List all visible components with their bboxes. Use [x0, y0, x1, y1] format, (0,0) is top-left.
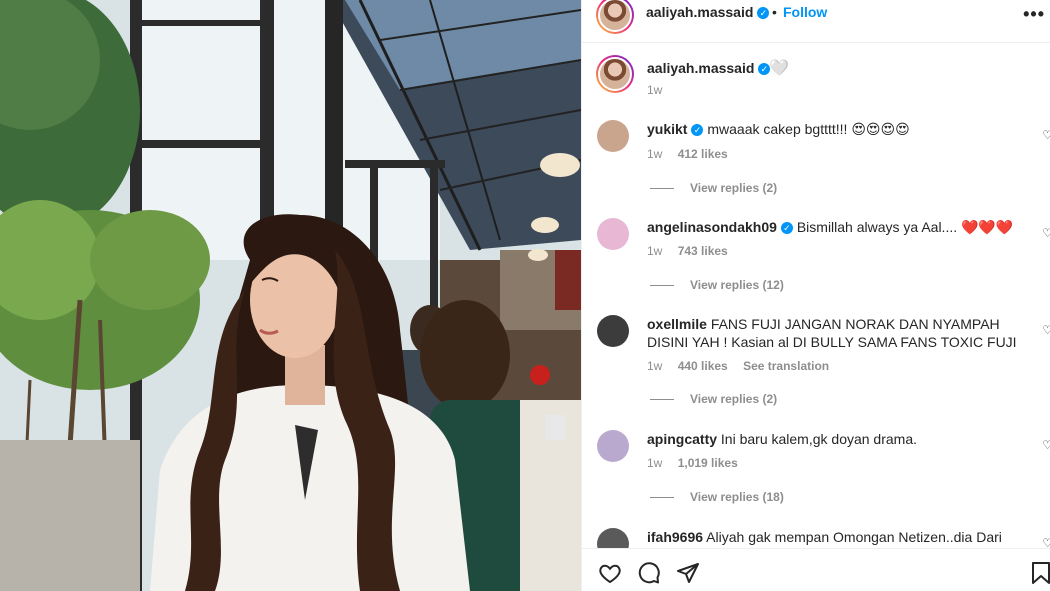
caption-username[interactable]: aaliyah.massaid ✓ — [647, 60, 771, 76]
view-replies-label[interactable]: View replies (18) — [690, 490, 784, 504]
commenter-username[interactable]: oxellmile — [647, 316, 707, 332]
commenter-username[interactable]: apingcatty — [647, 431, 717, 447]
comment-like-heart-icon[interactable]: ♡ — [1042, 128, 1050, 142]
author-username-text[interactable]: aaliyah.massaid — [646, 4, 753, 20]
comment-like-heart-icon[interactable]: ♡ — [1042, 323, 1050, 337]
comment-likes[interactable]: 412 likes — [678, 147, 728, 161]
view-replies-label[interactable]: View replies (12) — [690, 278, 784, 292]
commenter-username[interactable]: ifah9696 — [647, 529, 703, 545]
verified-badge-icon: ✓ — [780, 222, 793, 235]
comment-meta: 1w 1,019 likes — [647, 456, 750, 470]
comment-likes[interactable]: 743 likes — [678, 244, 728, 258]
commenter-username[interactable]: angelinasondakh09 — [647, 219, 777, 235]
comment-like-heart-icon[interactable]: ♡ — [1042, 226, 1050, 240]
comment-bubble-icon[interactable] — [637, 561, 661, 590]
view-replies-label[interactable]: View replies (2) — [690, 181, 777, 195]
caption-time[interactable]: 1w — [647, 83, 662, 97]
commenter-avatar[interactable] — [597, 218, 629, 250]
caption-username-text[interactable]: aaliyah.massaid — [647, 60, 754, 76]
comment-body: Aliyah gak mempan Omongan Netizen..dia D… — [706, 529, 1002, 545]
comment-text: angelinasondakh09 ✓ Bismillah always ya A… — [647, 218, 1027, 236]
view-replies-button[interactable]: View replies (2) — [650, 181, 777, 195]
comment-text: oxellmile FANS FUJI JANGAN NORAK DAN NYA… — [647, 315, 1017, 351]
comment-meta: 1w 412 likes — [647, 147, 740, 161]
post-image — [0, 0, 581, 591]
verified-badge-icon: ✓ — [691, 124, 704, 137]
separator-dot: • — [772, 4, 777, 20]
comment-time[interactable]: 1w — [647, 244, 662, 258]
comment-text: ifah9696 Aliyah gak mempan Omongan Netiz… — [647, 528, 1027, 546]
comment-time[interactable]: 1w — [647, 359, 662, 373]
view-replies-label[interactable]: View replies (2) — [690, 392, 777, 406]
view-replies-button[interactable]: View replies (18) — [650, 490, 784, 504]
comment-body: mwaaak cakep bgtttt!!! 😍😍😍😍 — [707, 121, 910, 137]
commenter-avatar[interactable] — [597, 430, 629, 462]
more-options-icon[interactable]: ••• — [1023, 4, 1045, 25]
caption-emoji: 🤍 — [769, 60, 789, 77]
comment-text: apingcatty Ini baru kalem,gk doyan drama… — [647, 430, 1027, 448]
comment-likes[interactable]: 1,019 likes — [678, 456, 738, 470]
view-replies-button[interactable]: View replies (12) — [650, 278, 784, 292]
commenter-username[interactable]: yukikt — [647, 121, 687, 137]
post-photo[interactable] — [0, 0, 581, 591]
see-translation-button[interactable]: See translation — [743, 359, 829, 373]
comment-likes[interactable]: 440 likes — [678, 359, 728, 373]
comment-time[interactable]: 1w — [647, 456, 662, 470]
comment-text: yukikt ✓ mwaaak cakep bgtttt!!! 😍😍😍😍 — [647, 120, 1027, 138]
commenter-avatar[interactable] — [597, 120, 629, 152]
comment-meta: 1w 743 likes — [647, 244, 740, 258]
comment-body: Ini baru kalem,gk doyan drama. — [720, 431, 918, 447]
verified-badge-icon: ✓ — [757, 7, 770, 20]
author-username[interactable]: aaliyah.massaid ✓ — [646, 4, 770, 20]
post-actions-bar — [582, 548, 1050, 591]
comment-body: Bismillah always ya Aal.... ❤️❤️❤️ — [796, 219, 1014, 235]
post-side-panel: aaliyah.massaid ✓ • Follow ••• aaliyah.ma… — [581, 0, 1050, 591]
commenter-avatar[interactable] — [597, 315, 629, 347]
comment-meta: 1w 440 likes See translation — [647, 359, 841, 373]
view-replies-button[interactable]: View replies (2) — [650, 392, 777, 406]
post-header: aaliyah.massaid ✓ • Follow ••• — [582, 0, 1050, 43]
bookmark-icon[interactable] — [1031, 561, 1050, 590]
paper-plane-icon[interactable] — [676, 561, 700, 590]
follow-button[interactable]: Follow — [783, 4, 827, 20]
comment-time[interactable]: 1w — [647, 147, 662, 161]
caption-avatar[interactable] — [596, 55, 634, 93]
comment-like-heart-icon[interactable]: ♡ — [1042, 438, 1050, 452]
author-avatar[interactable] — [596, 0, 634, 34]
heart-outline-icon[interactable] — [598, 561, 622, 590]
